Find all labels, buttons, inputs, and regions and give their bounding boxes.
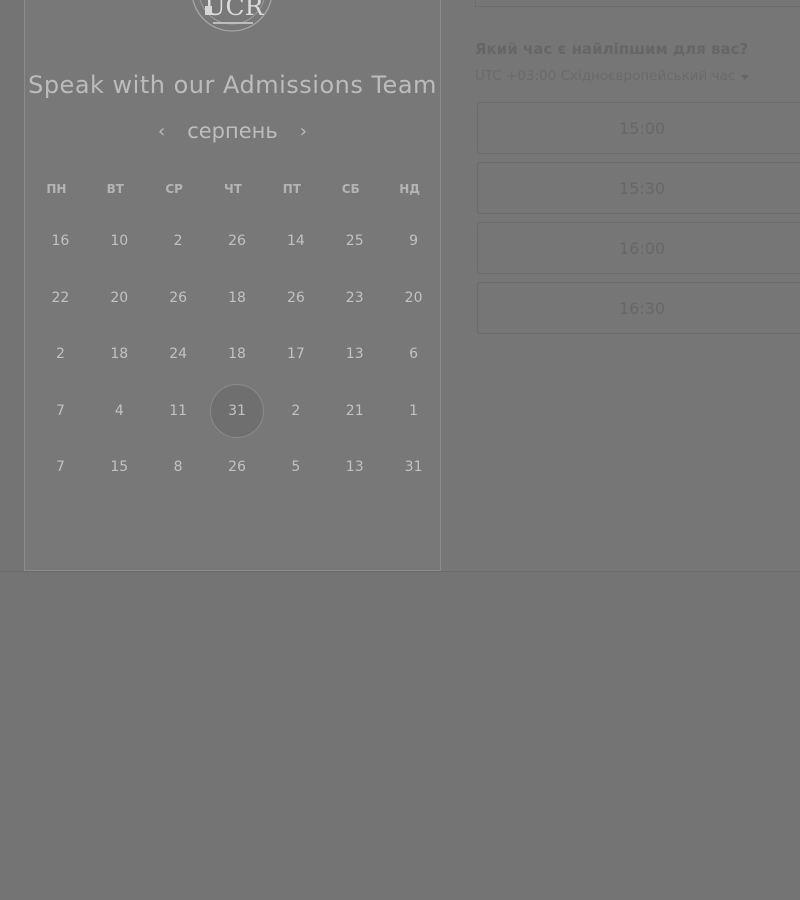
time-question: Який час є найліпшим для вас?: [475, 40, 749, 58]
calendar-day[interactable]: 25: [325, 227, 384, 284]
calendar-day[interactable]: 4: [90, 397, 149, 454]
calendar-day[interactable]: 1: [384, 397, 443, 454]
calendar-day[interactable]: 16: [31, 227, 90, 284]
calendar-day[interactable]: 24: [149, 340, 208, 397]
calendar-day[interactable]: 10: [90, 227, 149, 284]
calendar-day[interactable]: 9: [384, 227, 443, 284]
month-label: серпень: [187, 119, 278, 143]
calendar-day[interactable]: 20: [90, 284, 149, 341]
calendar-day[interactable]: 26: [266, 284, 325, 341]
calendar-day[interactable]: 7: [31, 453, 90, 510]
previous-slot-edge: [475, 0, 800, 7]
weekday-label: ПТ: [282, 182, 301, 196]
chevron-right-icon[interactable]: ›: [300, 121, 307, 142]
calendar-day[interactable]: 23: [325, 284, 384, 341]
chevron-left-icon[interactable]: ‹: [158, 121, 165, 142]
month-navigation: ‹ серпень ›: [25, 119, 440, 143]
calendar-day[interactable]: 13: [325, 340, 384, 397]
calendar-day[interactable]: 2: [266, 397, 325, 454]
calendar-card: UCR Speak with our Admissions Team ‹ сер…: [24, 0, 441, 571]
caret-down-icon: [741, 74, 750, 80]
calendar-day[interactable]: 31: [384, 453, 443, 510]
calendar-day[interactable]: 2: [149, 227, 208, 284]
calendar-day[interactable]: 15: [90, 453, 149, 510]
time-slot-list: 15:00 15:30 16:00 16:30: [477, 102, 800, 334]
calendar-day[interactable]: 18: [90, 340, 149, 397]
divider: [0, 571, 800, 572]
calendar-day[interactable]: 20: [384, 284, 443, 341]
ucr-logo: UCR: [192, 0, 272, 32]
calendar-day[interactable]: 7: [31, 397, 90, 454]
calendar-day[interactable]: 6: [384, 340, 443, 397]
timezone-select[interactable]: UTC +03:00 Східноєвропейський час: [475, 68, 750, 84]
calendar-day[interactable]: 18: [208, 284, 267, 341]
calendar-day[interactable]: 5: [266, 453, 325, 510]
weekday-header: ПН ВТ СР ЧТ ПТ СБ НД: [27, 182, 439, 196]
weekday-label: ПН: [46, 182, 67, 196]
weekday-label: ВТ: [106, 182, 124, 196]
weekday-label: ЧТ: [224, 182, 242, 196]
weekday-label: НД: [399, 182, 420, 196]
time-slot[interactable]: 15:30: [477, 162, 800, 214]
time-slot[interactable]: 15:00: [477, 102, 800, 154]
calendar-day-selected[interactable]: 31: [208, 397, 267, 454]
calendar-day[interactable]: 11: [149, 397, 208, 454]
calendar-day[interactable]: 8: [149, 453, 208, 510]
calendar-day[interactable]: 13: [325, 453, 384, 510]
timezone-label: UTC +03:00 Східноєвропейський час: [475, 68, 736, 84]
calendar-day[interactable]: 14: [266, 227, 325, 284]
calendar-day[interactable]: 22: [31, 284, 90, 341]
calendar-day[interactable]: 21: [325, 397, 384, 454]
calendar-day[interactable]: 26: [149, 284, 208, 341]
calendar-day[interactable]: 26: [208, 227, 267, 284]
logo-lettering: UCR: [204, 0, 264, 21]
weekday-label: СБ: [341, 182, 360, 196]
calendar-day[interactable]: 26: [208, 453, 267, 510]
calendar-day[interactable]: 17: [266, 340, 325, 397]
calendar-grid: 16 10 2 26 14 25 9 22 20 26 18 26 23 20 …: [31, 227, 443, 510]
weekday-label: СР: [165, 182, 183, 196]
time-slot[interactable]: 16:00: [477, 222, 800, 274]
page-title: Speak with our Admissions Team: [28, 71, 437, 99]
calendar-day[interactable]: 2: [31, 340, 90, 397]
time-slot[interactable]: 16:30: [477, 282, 800, 334]
